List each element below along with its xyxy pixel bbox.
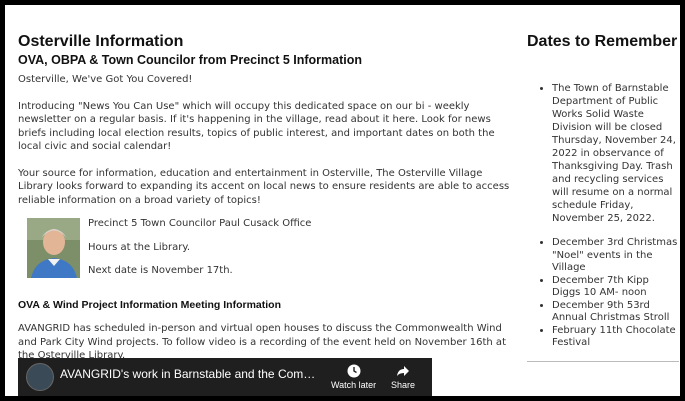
list-item: December 3rd Christmas "Noel" events in … xyxy=(552,237,679,275)
page-subtitle: OVA, OBPA & Town Councilor from Precinct… xyxy=(18,53,363,67)
main-content: Osterville Information OVA, OBPA & Town … xyxy=(18,33,513,280)
greeting-text: Osterville, We've Got You Covered! xyxy=(18,74,193,85)
page-title: Osterville Information xyxy=(18,33,184,50)
sidebar-divider xyxy=(527,360,679,362)
list-item: December 9th 53rd Annual Christmas Strol… xyxy=(552,300,679,325)
page-frame: Osterville Information OVA, OBPA & Town … xyxy=(5,5,680,396)
channel-avatar-icon[interactable] xyxy=(26,363,54,391)
section-heading: OVA & Wind Project Information Meeting I… xyxy=(18,299,281,311)
source-paragraph: Your source for information, education a… xyxy=(18,167,510,206)
office-name: Precinct 5 Town Councilor Paul Cusack Of… xyxy=(88,218,312,229)
video-embed[interactable]: AVANGRID's work in Barnstable and the Co… xyxy=(18,358,432,396)
watch-later-button[interactable]: Watch later xyxy=(331,364,376,390)
clock-icon xyxy=(347,364,361,378)
watch-later-label: Watch later xyxy=(331,380,377,390)
video-title[interactable]: AVANGRID's work in Barnstable and the Co… xyxy=(60,367,325,381)
intro-paragraph: Introducing "News You Can Use" which wil… xyxy=(18,100,495,153)
dates-list-primary: The Town of Barnstable Department of Pub… xyxy=(527,82,679,225)
list-item: December 7th Kipp Diggs 10 AM- noon xyxy=(552,275,679,300)
share-icon xyxy=(397,366,410,376)
dates-list-secondary: December 3rd Christmas "Noel" events in … xyxy=(527,237,679,350)
sidebar-title: Dates to Remember xyxy=(527,33,678,50)
section-paragraph: AVANGRID has scheduled in-person and vir… xyxy=(18,323,506,361)
office-next-date: Next date is November 17th. xyxy=(88,265,233,276)
office-hours: Hours at the Library. xyxy=(88,242,191,253)
list-item: The Town of Barnstable Department of Pub… xyxy=(552,82,679,225)
councilor-office-block: Precinct 5 Town Councilor Paul Cusack Of… xyxy=(18,218,513,280)
list-item: February 11th Chocolate Festival xyxy=(552,325,679,350)
share-button[interactable]: Share xyxy=(391,364,415,390)
sidebar: Dates to Remember The Town of Barnstable… xyxy=(527,33,679,362)
share-label: Share xyxy=(391,380,416,390)
councilor-photo xyxy=(27,218,80,278)
